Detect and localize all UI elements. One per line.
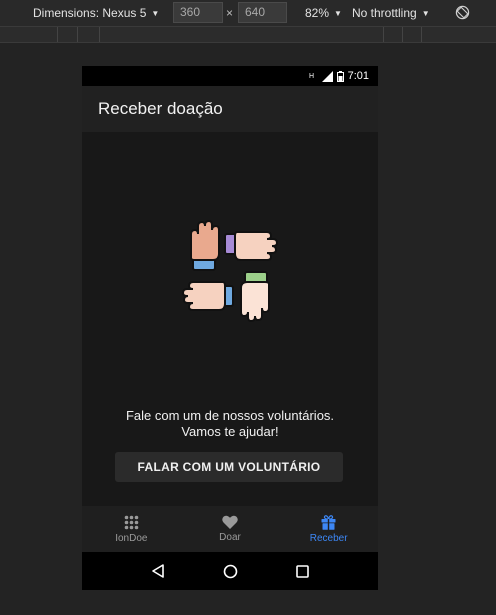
android-nav-bar [82,552,378,590]
main-content: Fale com um de nossos voluntários. Vamos… [82,132,378,506]
battery-icon [336,70,344,82]
tab-receber[interactable]: Receber [279,506,378,552]
device-viewport: H 7:01 Receber doação Fale com um de nos… [82,66,378,590]
zoom-dropdown[interactable]: 82% ▼ [305,6,342,20]
home-button[interactable] [220,561,240,581]
chevron-down-icon: ▼ [421,8,430,18]
tab-receber-label: Receber [309,532,348,544]
chevron-down-icon: ▼ [151,8,160,18]
app-bar: Receber doação [82,86,378,132]
network-h-icon: H [309,73,314,80]
dimension-separator: × [226,6,234,20]
help-message-line2: Vamos te ajudar! [181,424,279,439]
heart-icon [222,515,238,529]
back-triangle-icon [152,564,164,578]
home-circle-icon [223,564,237,578]
throttling-label: No throttling [352,6,417,20]
dimensions-dropdown[interactable]: Dimensions: Nexus 5 ▼ [33,6,159,20]
rotate-icon [455,5,470,20]
talk-to-volunteer-button[interactable]: FALAR COM UM VOLUNTÁRIO [115,452,343,482]
zoom-label: 82% [305,6,330,20]
tab-doar[interactable]: Doar [181,506,280,552]
throttling-dropdown[interactable]: No throttling ▼ [352,6,430,20]
status-time: 7:01 [347,70,369,82]
apps-grid-icon [124,515,139,529]
bottom-tab-bar: IonDoe Doar Receber [82,506,378,552]
rotate-button[interactable] [455,5,470,20]
gift-icon [321,514,336,530]
status-bar: H 7:01 [82,66,378,86]
signal-icon [321,70,333,82]
tab-iondoe[interactable]: IonDoe [82,506,181,552]
help-message-line1: Fale com um de nossos voluntários. [125,408,335,423]
recents-button[interactable] [292,561,312,581]
back-button[interactable] [148,561,168,581]
tab-iondoe-label: IonDoe [115,532,148,544]
dimensions-label: Dimensions: Nexus 5 [33,6,147,20]
page-title: Receber doação [98,99,223,118]
helping-hands-icon [181,219,279,323]
height-input[interactable]: 640 [238,2,287,23]
devtools-device-toolbar: Dimensions: Nexus 5 ▼ 360 × 640 82% ▼ No… [0,0,496,26]
tab-doar-label: Doar [219,532,241,543]
width-input[interactable]: 360 [173,2,223,23]
help-message: Fale com um de nossos voluntários. Vamos… [82,408,378,440]
chevron-down-icon: ▼ [334,8,342,18]
recents-square-icon [295,564,309,578]
svg-text:H: H [309,73,314,80]
device-ruler [0,26,496,43]
